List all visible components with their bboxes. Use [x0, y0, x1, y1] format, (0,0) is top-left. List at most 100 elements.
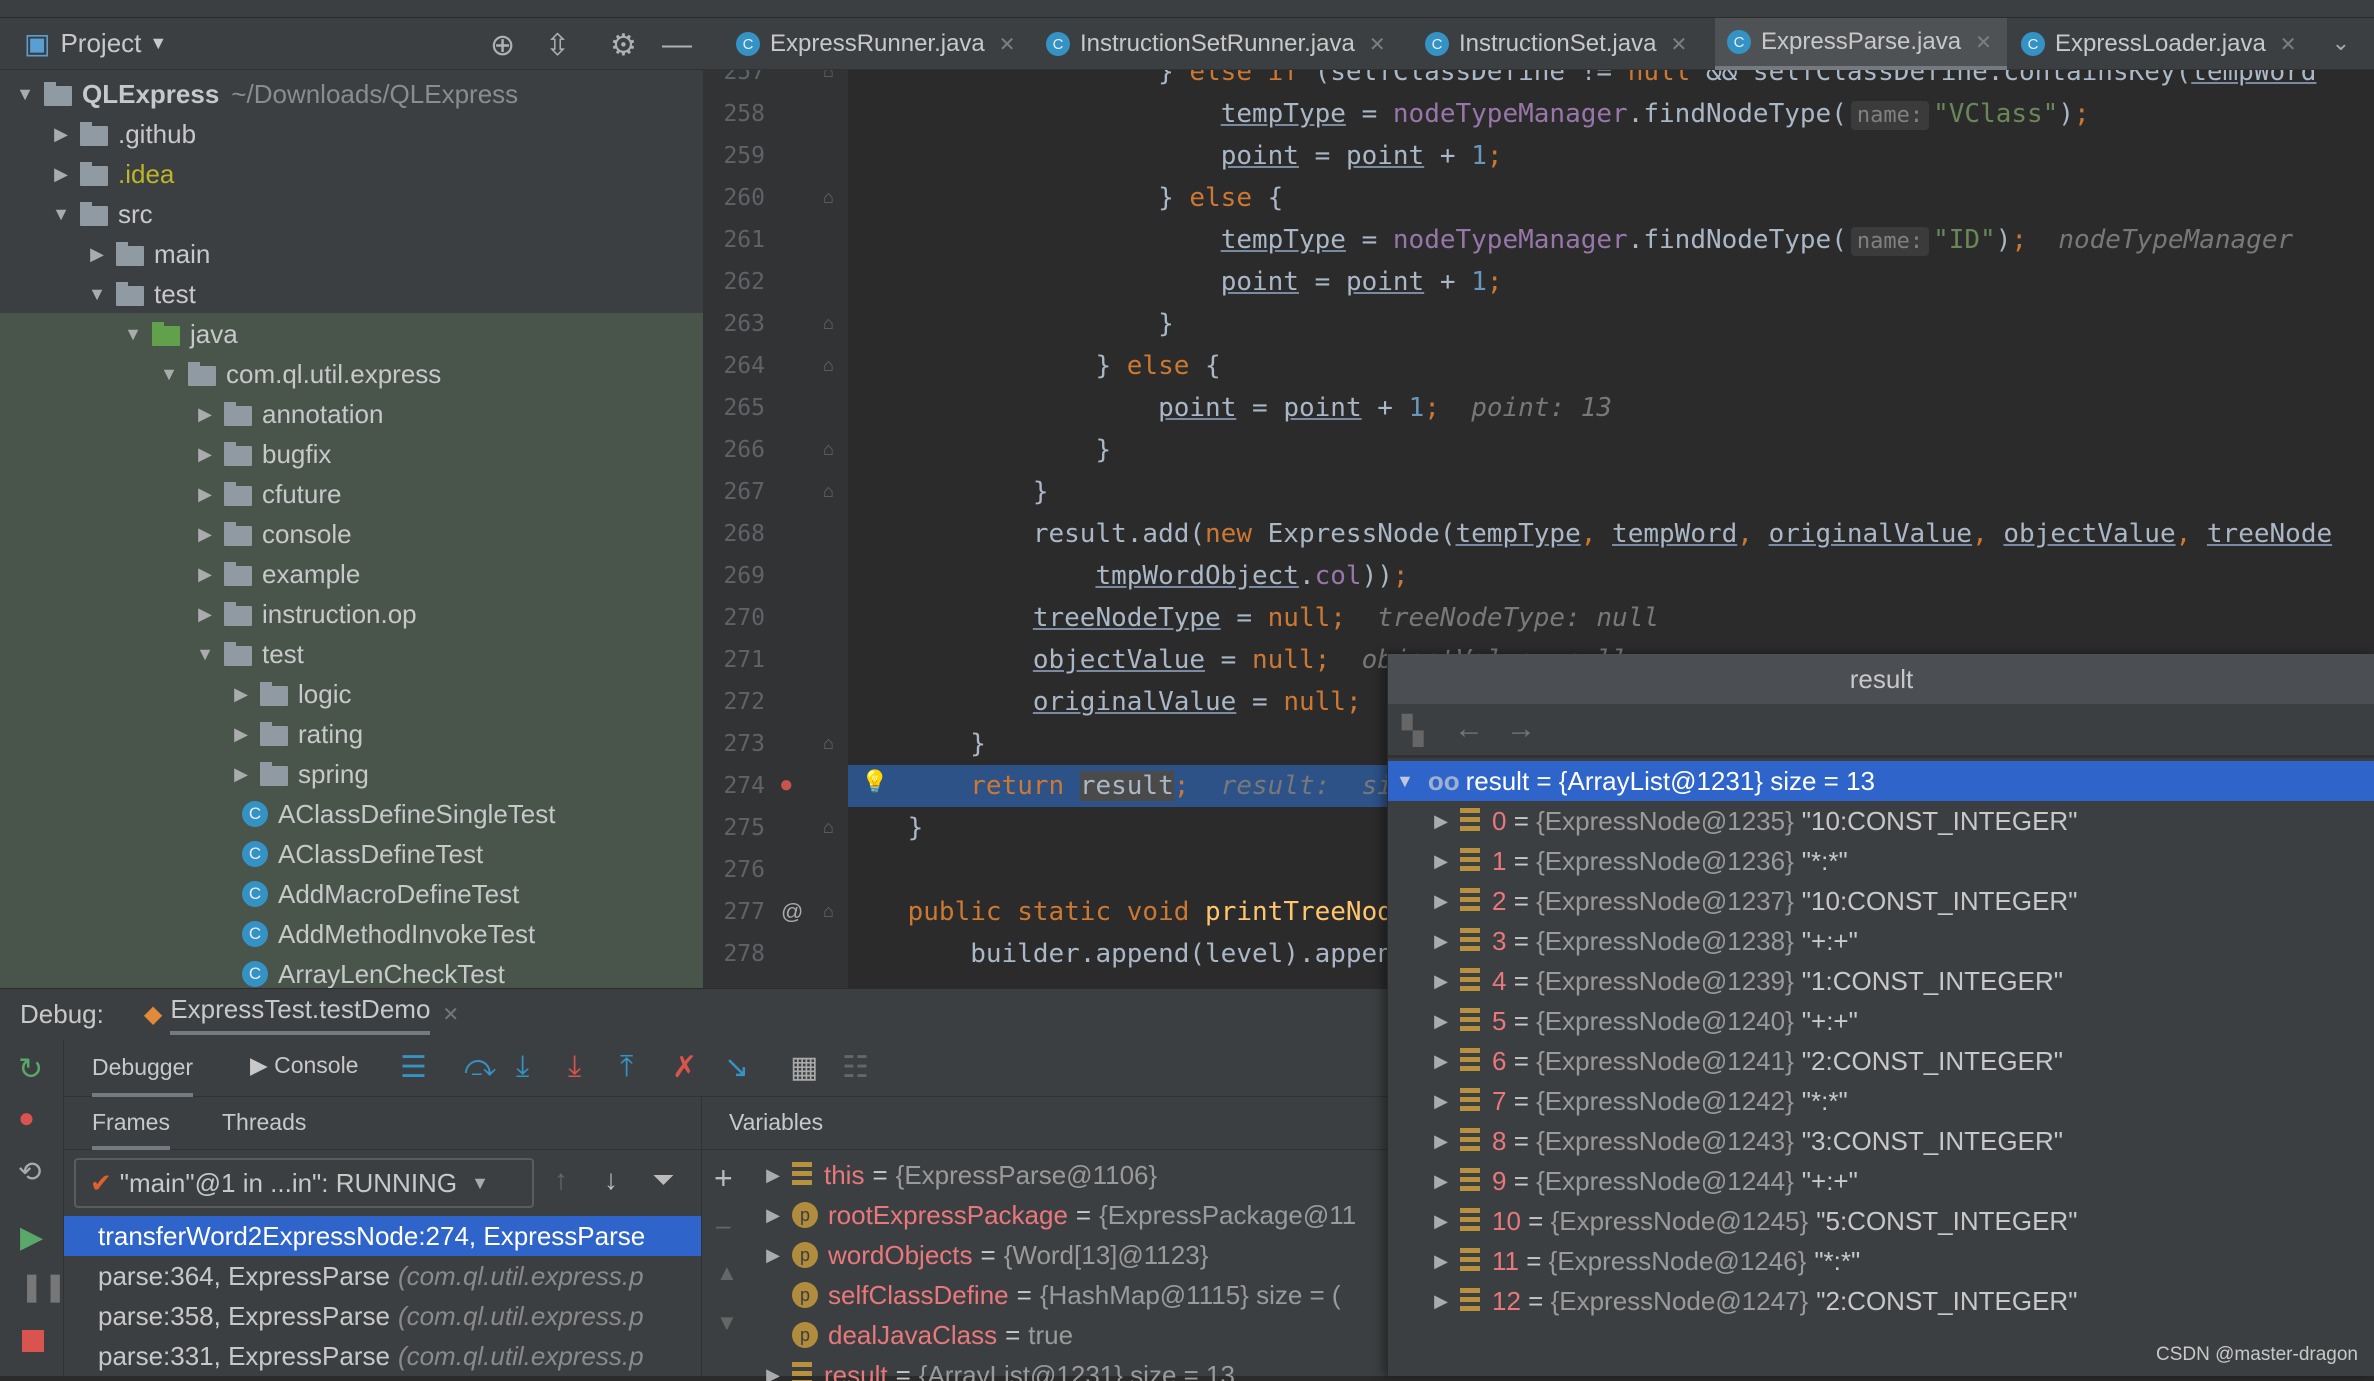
chevron-right-icon[interactable]: ▶	[762, 1205, 784, 1226]
tab-threads[interactable]: Threads	[222, 1109, 306, 1136]
result-item-row[interactable]: ▶12 = {ExpressNode@1247}"2:CONST_INTEGER…	[1388, 1281, 2374, 1321]
chevron-right-icon[interactable]: ▶	[50, 164, 72, 185]
chevron-down-icon[interactable]: ▼	[158, 364, 180, 385]
chevron-right-icon[interactable]: ▶	[50, 124, 72, 145]
chevron-right-icon[interactable]: ▶	[1430, 811, 1452, 832]
resume-icon[interactable]: ▶	[20, 1220, 43, 1255]
chevron-right-icon[interactable]: ▶	[762, 1365, 784, 1381]
tree-item[interactable]: ▶.github	[0, 114, 196, 154]
close-tab-icon[interactable]: ✕	[2280, 32, 2297, 57]
variable-row[interactable]: pdealJavaClass=true	[762, 1315, 1073, 1355]
chevron-right-icon[interactable]: ▶	[194, 564, 216, 585]
close-tab-icon[interactable]: ✕	[1369, 32, 1386, 57]
hide-icon[interactable]: —	[662, 28, 692, 62]
tree-icon[interactable]: ▚	[1402, 714, 1424, 747]
variable-row[interactable]: ▶result={ArrayList@1231} size = 13	[762, 1355, 1235, 1381]
chevron-right-icon[interactable]: ▶	[1430, 851, 1452, 872]
tab-debugger[interactable]: Debugger	[92, 1054, 193, 1097]
chevron-down-icon[interactable]: ▼	[86, 284, 108, 305]
step-into-icon[interactable]: ⤓	[516, 1050, 529, 1084]
tab-expressrunner-java[interactable]: CExpressRunner.java✕	[724, 18, 1016, 70]
fold-marker-icon[interactable]: ⌂	[823, 817, 834, 838]
tree-item[interactable]: ▶bugfix	[0, 434, 331, 474]
chevron-right-icon[interactable]: ▶	[230, 724, 252, 745]
chevron-down-icon[interactable]: ▼	[122, 324, 144, 345]
tree-item[interactable]: ▶spring	[0, 754, 369, 794]
tree-item[interactable]: CAClassDefineTest	[0, 834, 483, 874]
result-item-row[interactable]: ▶2 = {ExpressNode@1237}"10:CONST_INTEGER…	[1388, 881, 2374, 921]
previous-frame-icon[interactable]: ↑	[554, 1164, 568, 1196]
locate-icon[interactable]: ⊕	[490, 28, 515, 63]
tabs-overflow-icon[interactable]: ⌄	[2332, 30, 2350, 56]
fold-marker-icon[interactable]: ⌂	[823, 70, 834, 82]
chevron-right-icon[interactable]: ▶	[230, 684, 252, 705]
chevron-right-icon[interactable]: ▶	[194, 484, 216, 505]
chevron-right-icon[interactable]: ▶	[194, 404, 216, 425]
chevron-right-icon[interactable]: ▶	[1430, 1211, 1452, 1232]
view-breakpoints-icon[interactable]: ●	[18, 1102, 35, 1134]
result-item-row[interactable]: ▶10 = {ExpressNode@1245}"5:CONST_INTEGER…	[1388, 1201, 2374, 1241]
tab-instructionsetrunner-java[interactable]: CInstructionSetRunner.java✕	[1034, 18, 1386, 70]
frame-item[interactable]: parse:331, ExpressParse(com.ql.util.expr…	[64, 1336, 701, 1376]
next-frame-icon[interactable]: ↓	[604, 1164, 618, 1196]
chevron-right-icon[interactable]: ▶	[1430, 1251, 1452, 1272]
thread-selector[interactable]: ✔ "main"@1 in ...in": RUNNING ▼	[74, 1158, 534, 1208]
variable-row[interactable]: pselfClassDefine={HashMap@1115} size = (	[762, 1275, 1341, 1315]
result-item-row[interactable]: ▶8 = {ExpressNode@1243}"3:CONST_INTEGER"	[1388, 1121, 2374, 1161]
tree-item[interactable]: ▼QLExpress~/Downloads/QLExpress	[0, 74, 518, 114]
restore-layout-icon[interactable]: ⟲	[18, 1155, 41, 1188]
force-step-into-icon[interactable]: ⤓	[568, 1050, 581, 1084]
tree-item[interactable]: ▶rating	[0, 714, 363, 754]
evaluate-expression-icon[interactable]: ▦	[790, 1050, 818, 1085]
pause-icon[interactable]: ❚❚	[20, 1270, 67, 1303]
chevron-right-icon[interactable]: ▶	[1430, 1171, 1452, 1192]
fold-marker-icon[interactable]: ⌂	[823, 355, 834, 376]
result-item-row[interactable]: ▶4 = {ExpressNode@1239}"1:CONST_INTEGER"	[1388, 961, 2374, 1001]
result-item-row[interactable]: ▶5 = {ExpressNode@1240}"+:+"	[1388, 1001, 2374, 1041]
implements-icon[interactable]: @	[781, 899, 803, 925]
chevron-right-icon[interactable]: ▶	[1430, 971, 1452, 992]
chevron-down-icon[interactable]: ▼	[14, 84, 36, 105]
chevron-right-icon[interactable]: ▶	[194, 524, 216, 545]
rerun-icon[interactable]: ↻	[18, 1052, 43, 1087]
result-item-row[interactable]: ▶9 = {ExpressNode@1244}"+:+"	[1388, 1161, 2374, 1201]
fold-marker-icon[interactable]: ⌂	[823, 313, 834, 334]
result-item-row[interactable]: ▶6 = {ExpressNode@1241}"2:CONST_INTEGER"	[1388, 1041, 2374, 1081]
chevron-right-icon[interactable]: ▶	[1430, 1011, 1452, 1032]
show-execution-point-icon[interactable]: ☰	[400, 1050, 427, 1085]
tab-expressloader-java[interactable]: CExpressLoader.java✕	[2009, 18, 2297, 70]
back-icon[interactable]: ←	[1454, 712, 1484, 746]
tree-item[interactable]: ▼java	[0, 314, 238, 354]
tree-item[interactable]: ▶example	[0, 554, 360, 594]
tree-item[interactable]: ▼test	[0, 634, 304, 674]
trace-icon[interactable]: ☷	[842, 1050, 869, 1085]
result-item-row[interactable]: ▶3 = {ExpressNode@1238}"+:+"	[1388, 921, 2374, 961]
tree-item[interactable]: ▶logic	[0, 674, 351, 714]
chevron-right-icon[interactable]: ▶	[230, 764, 252, 785]
tree-item[interactable]: CAClassDefineSingleTest	[0, 794, 555, 834]
variable-row[interactable]: ▶pwordObjects={Word[13]@1123}	[762, 1235, 1208, 1275]
result-item-row[interactable]: ▶1 = {ExpressNode@1236}"*:*"	[1388, 841, 2374, 881]
tab-frames[interactable]: Frames	[92, 1109, 170, 1150]
gear-icon[interactable]: ⚙	[610, 28, 637, 63]
tree-item[interactable]: CArrayLenCheckTest	[0, 954, 505, 988]
frame-item[interactable]: parse:358, ExpressParse(com.ql.util.expr…	[64, 1296, 701, 1336]
variable-row[interactable]: ▶this={ExpressParse@1106}	[762, 1155, 1157, 1195]
tab-instructionset-java[interactable]: CInstructionSet.java✕	[1413, 18, 1687, 70]
variable-row[interactable]: ▶prootExpressPackage={ExpressPackage@11	[762, 1195, 1356, 1235]
chevron-right-icon[interactable]: ▶	[1430, 1131, 1452, 1152]
chevron-right-icon[interactable]: ▶	[762, 1245, 784, 1266]
chevron-right-icon[interactable]: ▶	[1430, 931, 1452, 952]
frame-item[interactable]: transferWord2ExpressNode:274, ExpressPar…	[64, 1216, 701, 1256]
chevron-right-icon[interactable]: ▶	[194, 444, 216, 465]
tree-item[interactable]: ▼test	[0, 274, 196, 314]
tree-item[interactable]: CAddMethodInvokeTest	[0, 914, 535, 954]
chevron-right-icon[interactable]: ▶	[1430, 1091, 1452, 1112]
fold-marker-icon[interactable]: ⌂	[823, 439, 834, 460]
tree-item[interactable]: ▶.idea	[0, 154, 174, 194]
breakpoint-icon[interactable]: ●	[779, 771, 794, 799]
tree-item[interactable]: ▶cfuture	[0, 474, 342, 514]
chevron-down-icon[interactable]: ▼	[149, 33, 167, 54]
fold-marker-icon[interactable]: ⌂	[823, 187, 834, 208]
chevron-right-icon[interactable]: ▶	[1430, 1051, 1452, 1072]
